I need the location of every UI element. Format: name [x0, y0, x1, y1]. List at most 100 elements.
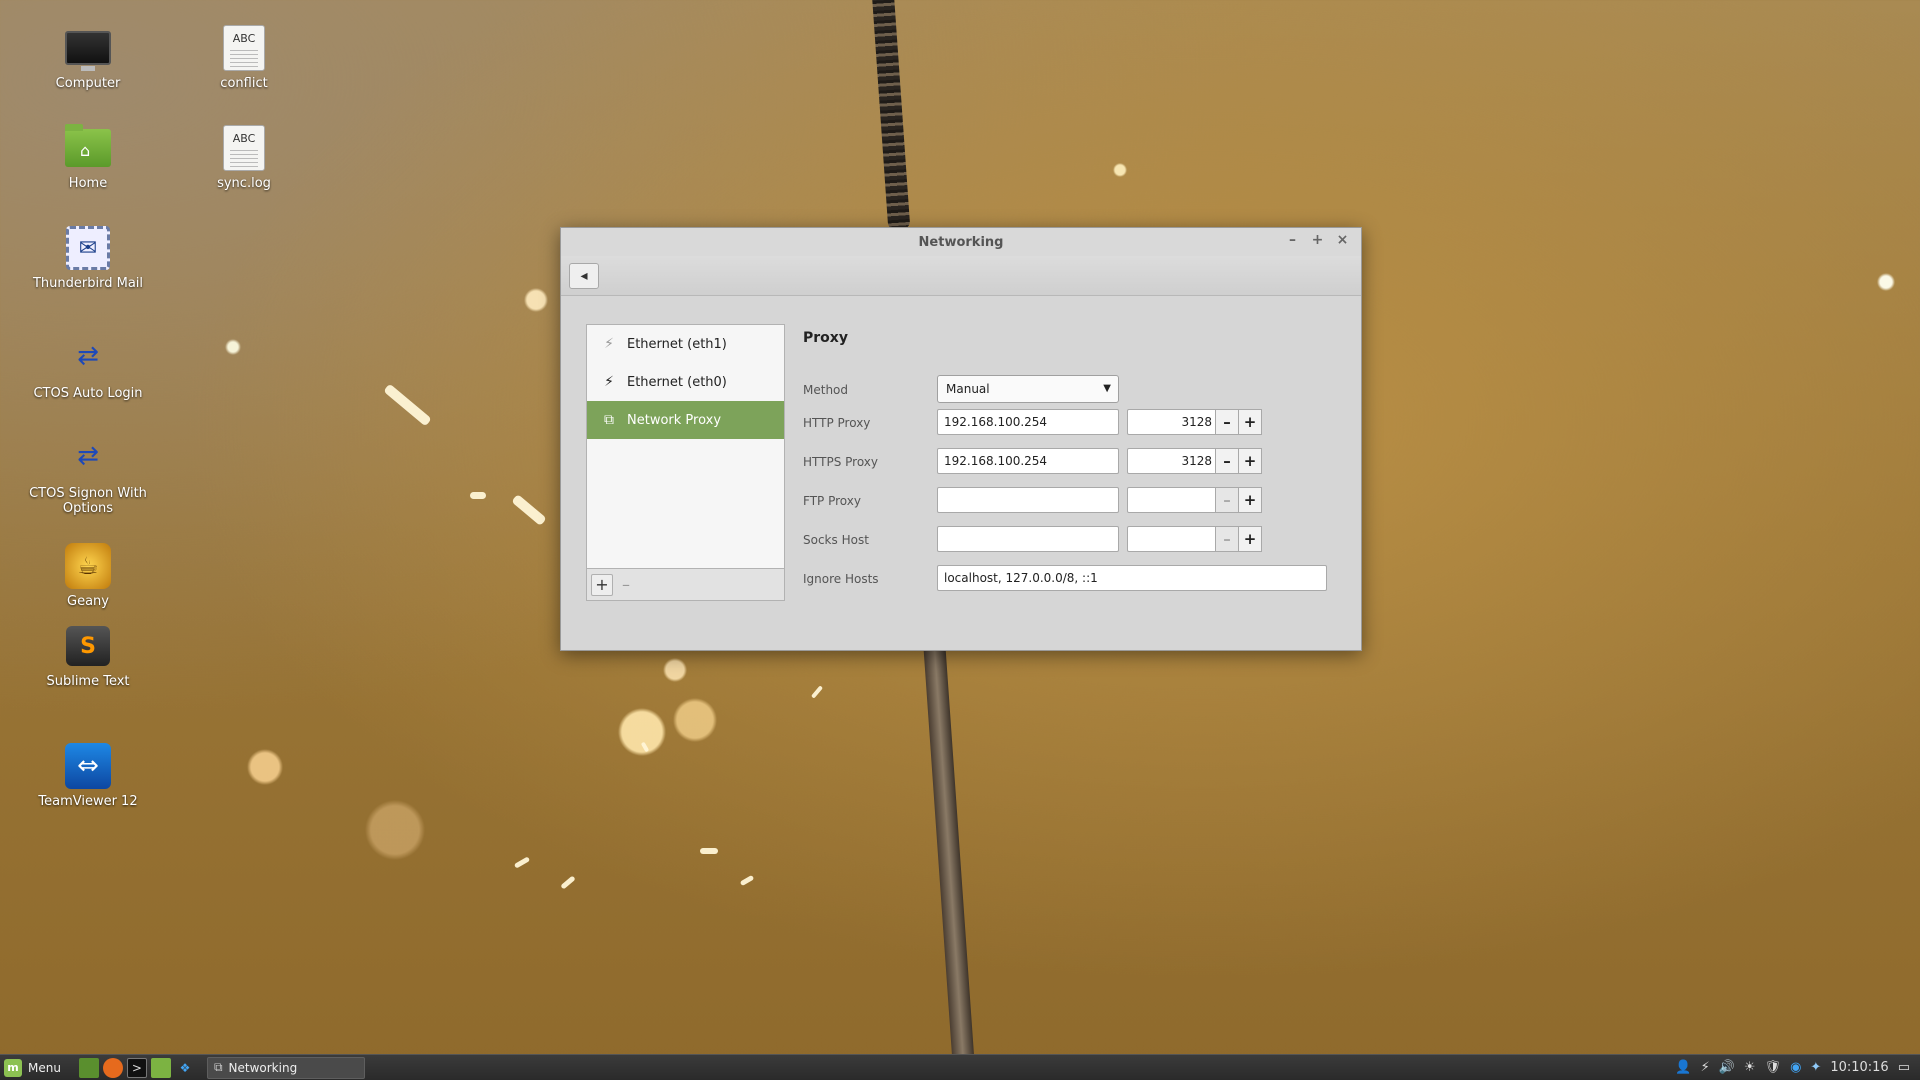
volume-icon[interactable]: 🔊	[1719, 1060, 1735, 1075]
sidebar-item-network-proxy[interactable]: ⧉ Network Proxy	[587, 401, 784, 439]
update-manager-icon[interactable]: ◉	[1790, 1060, 1801, 1075]
geany-icon: ☕	[64, 542, 112, 590]
ftp-proxy-label: FTP Proxy	[803, 494, 861, 508]
wallpaper-spark	[470, 492, 486, 499]
http-proxy-host-field[interactable]: 192.168.100.254	[937, 409, 1119, 435]
teamviewer-icon: ⇔	[64, 742, 112, 790]
back-button[interactable]: ◂	[569, 262, 599, 289]
firefox-icon[interactable]	[102, 1057, 123, 1078]
taskbar-panel: m Menu > ❖ ⧉ Networking 👤 ⚡ 🔊 ☀ 🛡 ◉ ✦ 10…	[0, 1054, 1920, 1080]
https-port-decrement-button[interactable]: –	[1215, 448, 1239, 474]
https-proxy-label: HTTPS Proxy	[803, 455, 879, 469]
shield-icon[interactable]: 🛡	[1765, 1060, 1782, 1075]
taskbar-item-networking[interactable]: ⧉ Networking	[206, 1056, 365, 1079]
socks-host-field[interactable]	[937, 526, 1119, 552]
desktop-icon-geany[interactable]: ☕ Geany	[28, 542, 148, 609]
close-button[interactable]: ×	[1334, 232, 1351, 249]
http-port-increment-button[interactable]: +	[1238, 409, 1262, 435]
sidebar-item-ethernet-eth0[interactable]: ⚡ Ethernet (eth0)	[587, 363, 784, 401]
sidebar-item-ethernet-eth1[interactable]: ⚡ Ethernet (eth1)	[587, 325, 784, 363]
notifications-icon[interactable]: ▭	[1898, 1060, 1910, 1075]
desktop-icon-label: CTOS Signon With Options	[29, 486, 147, 516]
menu-button[interactable]: m Menu	[0, 1055, 69, 1080]
https-proxy-port-field[interactable]: 3128	[1127, 448, 1217, 474]
ftp-port-increment-button[interactable]: +	[1238, 487, 1262, 513]
dropbox-icon[interactable]: ❖	[175, 1058, 195, 1078]
network-wired-icon[interactable]: ⚡	[1701, 1060, 1710, 1075]
desktop-icon-label: Thunderbird Mail	[32, 276, 144, 291]
ftp-proxy-port-field[interactable]	[1127, 487, 1217, 513]
sidebar-item-label: Ethernet (eth1)	[627, 336, 727, 352]
terminal-icon[interactable]: >	[126, 1057, 147, 1078]
ftp-port-decrement-button[interactable]: –	[1215, 487, 1239, 513]
wallpaper-sparkler-top	[871, 0, 911, 231]
ignore-hosts-field[interactable]: localhost, 127.0.0.0/8, ::1	[937, 565, 1327, 591]
proxy-settings-panel: Proxy Method Manual ▼ HTTP Proxy 192.168…	[803, 324, 1341, 591]
sidebar-footer: + –	[587, 568, 784, 600]
minimize-button[interactable]: –	[1284, 232, 1301, 249]
sidebar-item-label: Network Proxy	[627, 412, 722, 428]
https-proxy-host-field[interactable]: 192.168.100.254	[937, 448, 1119, 474]
home-folder-icon: ⌂	[64, 124, 112, 172]
thunderbird-mail-icon: ✉	[64, 224, 112, 272]
connection-sidebar: ⚡ Ethernet (eth1) ⚡ Ethernet (eth0) ⧉ Ne…	[586, 324, 785, 601]
text-document-icon: ABC	[220, 124, 268, 172]
show-desktop-icon[interactable]	[78, 1057, 99, 1078]
desktop-icon-label: sync.log	[217, 176, 271, 191]
socks-port-field[interactable]	[1127, 526, 1217, 552]
https-port-increment-button[interactable]: +	[1238, 448, 1262, 474]
user-icon[interactable]: 👤	[1675, 1060, 1691, 1075]
chevron-down-icon: ▼	[1103, 383, 1111, 394]
wallpaper-spark	[700, 848, 718, 854]
bluetooth-icon[interactable]: ✦	[1810, 1060, 1821, 1075]
desktop-icon-home[interactable]: ⌂ Home	[28, 124, 148, 191]
ftp-proxy-host-field[interactable]	[937, 487, 1119, 513]
http-proxy-label: HTTP Proxy	[803, 416, 871, 430]
networking-app-icon: ⧉	[213, 1060, 223, 1074]
desktop-icon-label: Computer	[55, 76, 121, 91]
wallpaper-spark	[640, 741, 650, 753]
desktop-icon-label: TeamViewer 12	[38, 794, 138, 809]
desktop-icon-sync-log[interactable]: ABC sync.log	[184, 124, 304, 191]
method-label: Method	[803, 383, 849, 397]
ethernet-icon: ⚡	[604, 374, 614, 390]
network-connection-icon: ⇄	[77, 341, 99, 371]
linux-mint-logo-icon: m	[4, 1058, 22, 1077]
network-connection-icon: ⇄	[77, 441, 99, 471]
ethernet-disconnected-icon: ⚡	[604, 336, 614, 352]
desktop-icon-label: CTOS Auto Login	[33, 386, 143, 401]
clock[interactable]: 10:10:16	[1830, 1060, 1888, 1075]
system-tray: 👤 ⚡ 🔊 ☀ 🛡 ◉ ✦ 10:10:16 ▭	[1675, 1060, 1920, 1075]
desktop-icon-teamviewer[interactable]: ⇔ TeamViewer 12	[28, 742, 148, 809]
wallpaper-spark	[511, 493, 547, 527]
desktop-icon-label: conflict	[220, 76, 268, 91]
remove-connection-button[interactable]: –	[615, 574, 637, 596]
http-proxy-port-field[interactable]: 3128	[1127, 409, 1217, 435]
text-document-icon: ABC	[220, 24, 268, 72]
network-proxy-icon: ⧉	[604, 412, 614, 428]
add-connection-button[interactable]: +	[591, 573, 613, 596]
desktop-icon-sublime-text[interactable]: S Sublime Text	[28, 622, 148, 689]
maximize-button[interactable]: +	[1309, 232, 1326, 249]
method-dropdown[interactable]: Manual ▼	[937, 375, 1119, 403]
desktop-icon-label: Sublime Text	[46, 674, 130, 689]
socks-port-increment-button[interactable]: +	[1238, 526, 1262, 552]
desktop-icon-ctos-auto-login[interactable]: ⇄ CTOS Auto Login	[28, 334, 148, 401]
method-value: Manual	[946, 382, 990, 396]
desktop-icon-computer[interactable]: Computer	[28, 24, 148, 91]
socks-port-decrement-button[interactable]: –	[1215, 526, 1239, 552]
menu-label: Menu	[28, 1060, 61, 1075]
brightness-icon[interactable]: ☀	[1744, 1060, 1756, 1075]
desktop-icon-ctos-signon[interactable]: ⇄ CTOS Signon With Options	[28, 434, 148, 516]
http-port-decrement-button[interactable]: –	[1215, 409, 1239, 435]
desktop-icon-thunderbird[interactable]: ✉ Thunderbird Mail	[28, 224, 148, 291]
wallpaper-sparkler-stem	[923, 639, 975, 1071]
wallpaper-spark	[513, 856, 531, 869]
wallpaper-spark	[810, 685, 824, 699]
back-arrow-icon: ◂	[580, 267, 588, 284]
window-toolbar: ◂	[561, 256, 1361, 296]
socks-host-label: Socks Host	[803, 533, 869, 547]
files-folder-icon[interactable]	[150, 1057, 171, 1078]
desktop-icon-conflict[interactable]: ABC conflict	[184, 24, 304, 91]
window-titlebar[interactable]: Networking – + ×	[561, 228, 1361, 256]
